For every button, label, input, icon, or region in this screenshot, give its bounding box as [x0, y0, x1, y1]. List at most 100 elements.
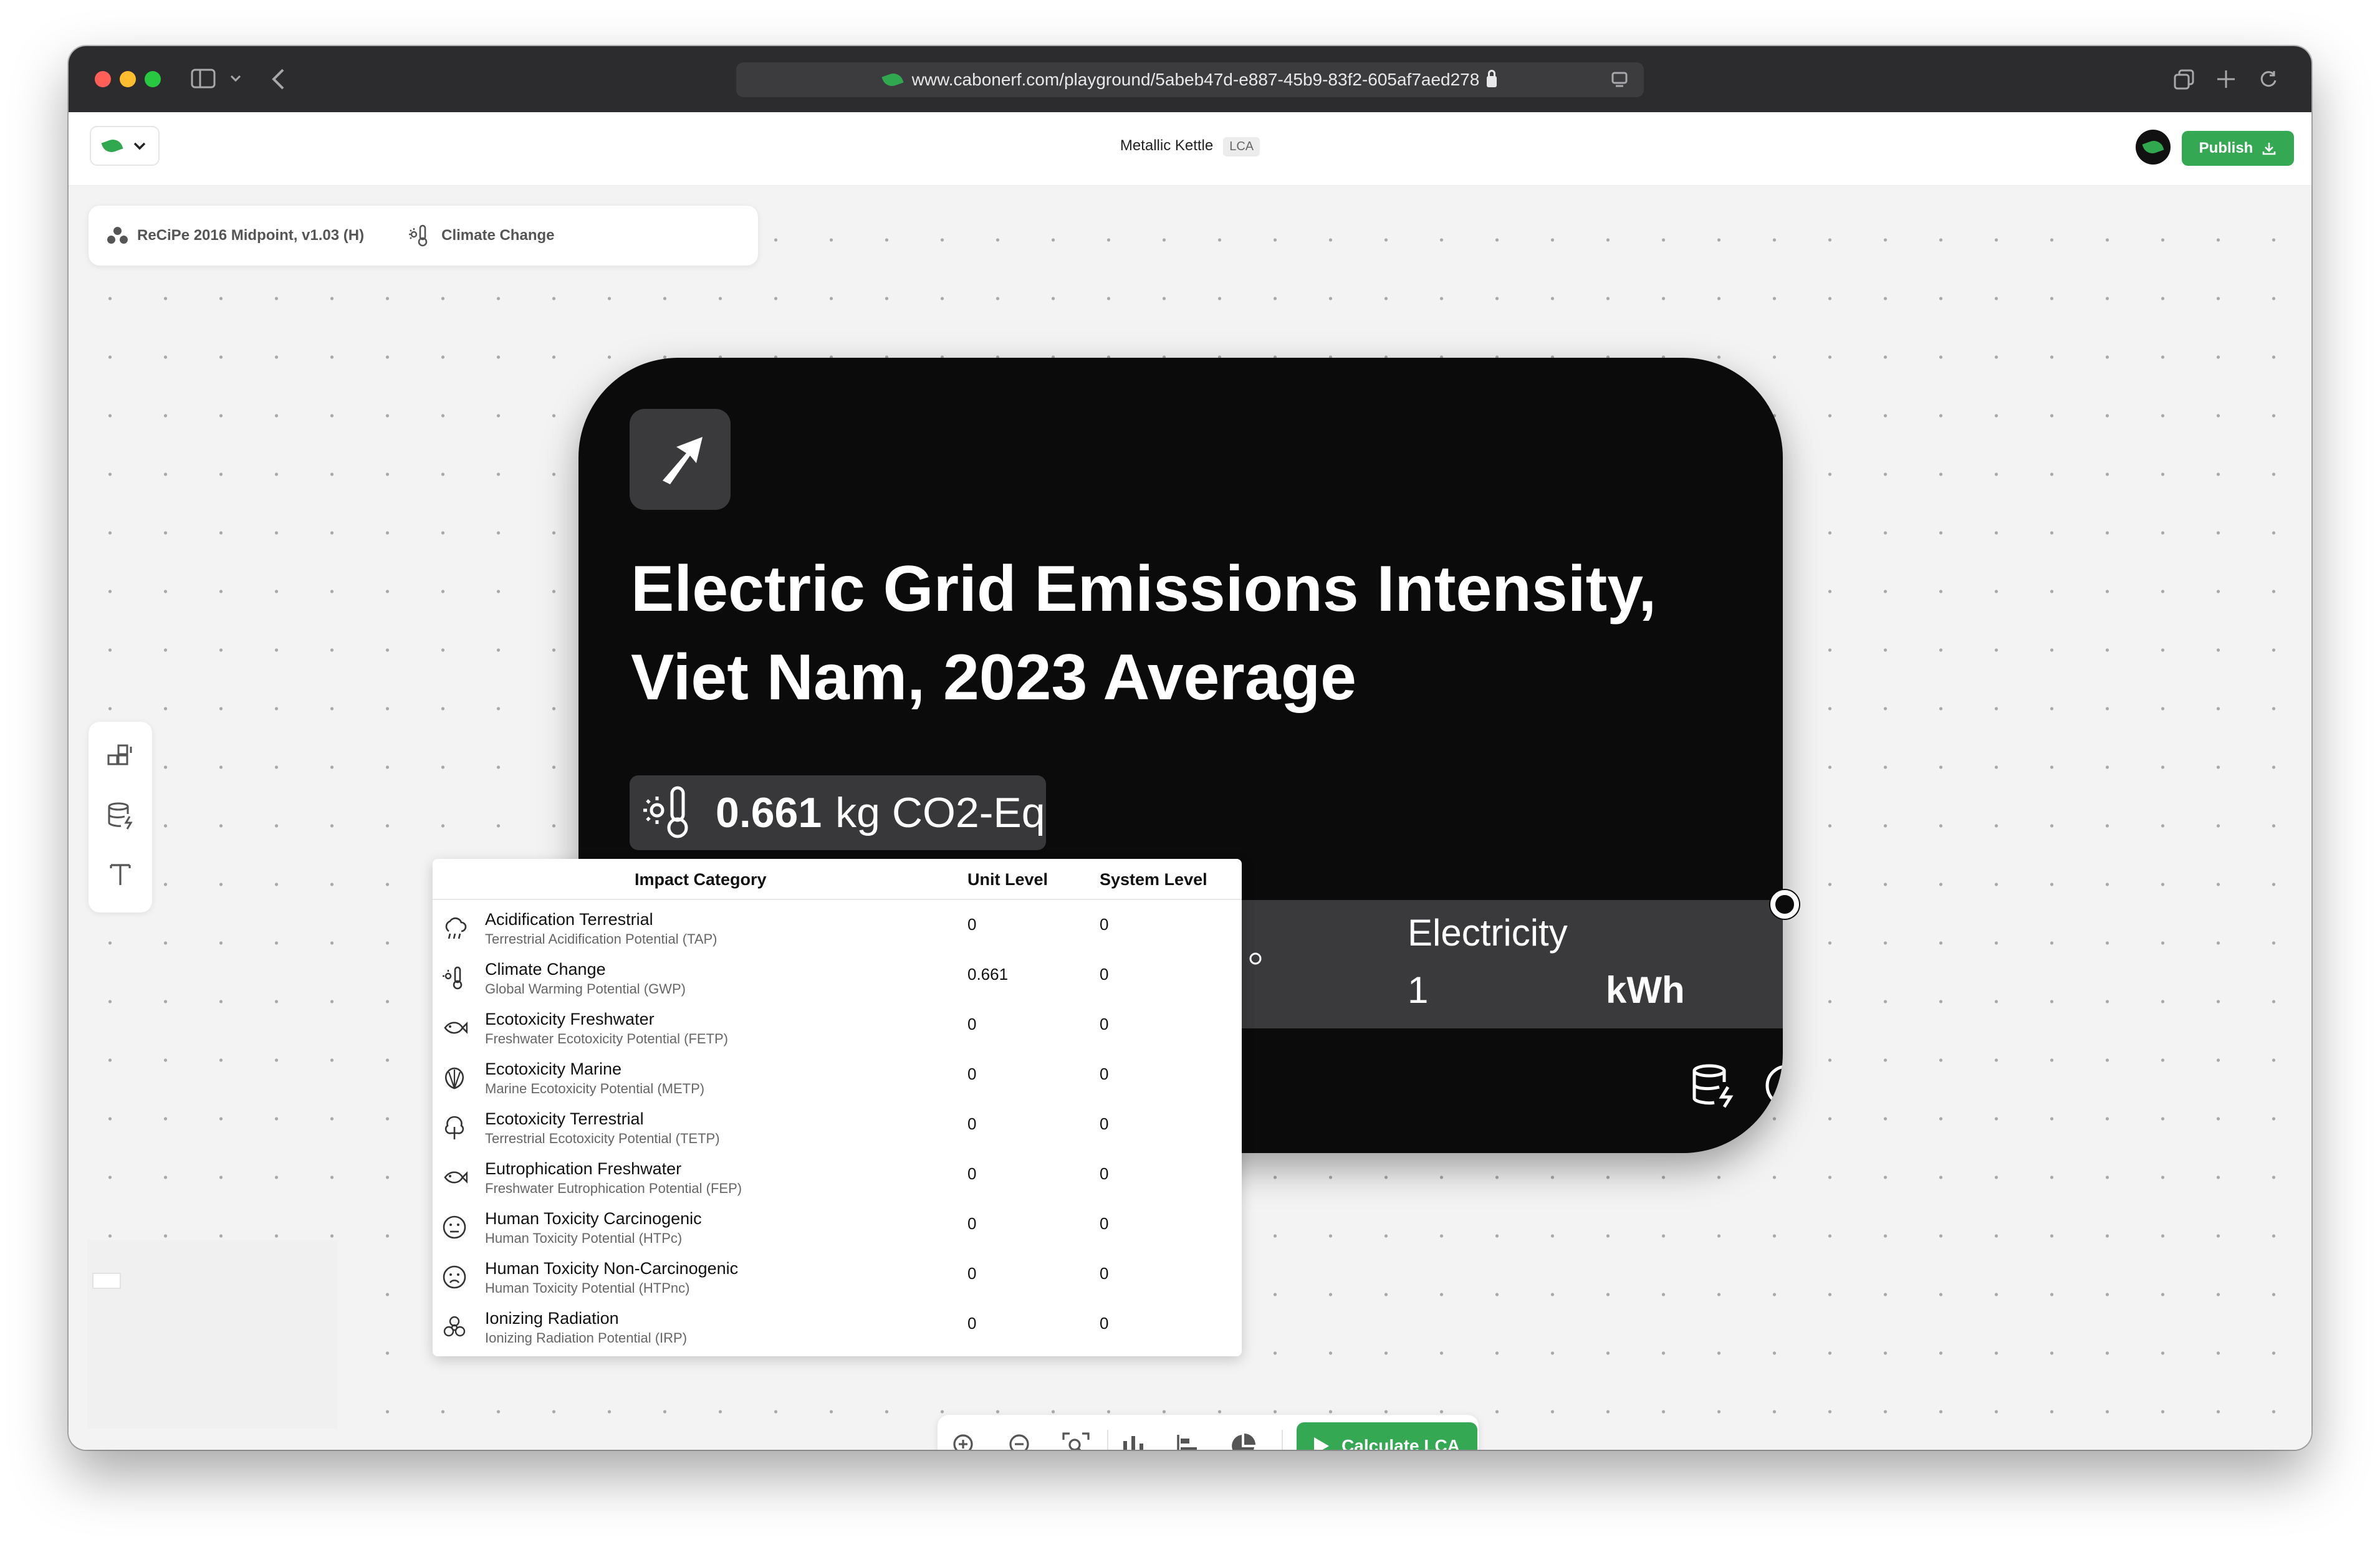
- pie-chart-icon[interactable]: [1228, 1431, 1258, 1450]
- toolbar-divider: [1282, 1430, 1283, 1450]
- document-title: Metallic Kettle LCA: [69, 137, 2311, 156]
- info-icon[interactable]: [1763, 1062, 1783, 1109]
- column-impact-category: Impact Category: [635, 870, 767, 889]
- impact-category-name: Ionizing Radiation: [485, 1309, 619, 1328]
- method-name: ReCiPe 2016 Midpoint, v1.03 (H): [137, 227, 365, 244]
- impact-category-indicator: Human Toxicity Potential (HTPc): [485, 1230, 683, 1246]
- table-row[interactable]: Ecotoxicity Marine Marine Ecotoxicity Pot…: [433, 1053, 1242, 1103]
- table-row[interactable]: Human Toxicity Carcinogenic Human Toxicit…: [433, 1203, 1242, 1253]
- impact-unit: kg CO2-Eq: [835, 789, 1045, 836]
- biohazard-icon: [443, 1316, 466, 1337]
- node-title[interactable]: Electric Grid Emissions Intensity, Viet …: [631, 545, 1753, 722]
- table-row[interactable]: Acidification Terrestrial Terrestrial Aci…: [433, 904, 1242, 954]
- add-block-icon[interactable]: [105, 742, 136, 773]
- table-row[interactable]: Human Toxicity Non-Carcinogenic Human Tox…: [433, 1253, 1242, 1303]
- tree-icon: [444, 1116, 464, 1139]
- impact-category-indicator: Marine Ecotoxicity Potential (METP): [485, 1081, 705, 1096]
- close-window-button[interactable]: [95, 71, 111, 87]
- unit-level-value: 0: [967, 1214, 977, 1233]
- new-tab-icon[interactable]: [2215, 69, 2237, 90]
- app-header: Metallic Kettle LCA Publish: [69, 112, 2311, 186]
- table-row[interactable]: Climate Change Global Warming Potential (…: [433, 954, 1242, 1003]
- browser-window: www.cabonerf.com/playground/5abeb47d-e88…: [69, 46, 2311, 1450]
- impact-category-selector[interactable]: Climate Change: [408, 223, 554, 248]
- maximize-window-button[interactable]: [145, 71, 161, 87]
- impact-category-name: Ecotoxicity Marine: [485, 1060, 622, 1078]
- impact-category-indicator: Freshwater Ecotoxicity Potential (FETP): [485, 1031, 729, 1046]
- impact-method-panel: ReCiPe 2016 Midpoint, v1.03 (H) Climate …: [89, 206, 758, 266]
- system-level-value: 0: [1100, 1314, 1109, 1333]
- publish-label: Publish: [2199, 140, 2253, 156]
- table-row[interactable]: Ecotoxicity Terrestrial Terrestrial Ecoto…: [433, 1103, 1242, 1153]
- align-left-icon[interactable]: [1173, 1431, 1203, 1450]
- fish-icon: [444, 1171, 468, 1184]
- impact-category-indicator: Terrestrial Ecotoxicity Potential (TETP): [485, 1131, 720, 1146]
- table-header: Impact Category Unit Level System Level: [433, 859, 1242, 900]
- impact-category-indicator: Global Warming Potential (GWP): [485, 981, 686, 997]
- impact-category-indicator: Human Toxicity Potential (HTPnc): [485, 1280, 690, 1296]
- play-icon: [1314, 1437, 1330, 1450]
- flow-amount[interactable]: 1: [1408, 969, 1428, 1012]
- table-row[interactable]: Ionizing Radiation Ionizing Radiation Pot…: [433, 1303, 1242, 1353]
- document-name: Metallic Kettle: [1120, 137, 1214, 154]
- fit-view-icon[interactable]: [1061, 1431, 1091, 1450]
- impact-category-name: Climate Change: [441, 227, 555, 244]
- flow-unit[interactable]: kWh: [1606, 969, 1685, 1012]
- face-frown-icon: [443, 1265, 466, 1289]
- minimize-window-button[interactable]: [120, 71, 136, 87]
- node-output-handle[interactable]: [1770, 890, 1799, 919]
- system-level-value: 0: [1100, 1015, 1109, 1033]
- minimap-viewport: [92, 1273, 121, 1289]
- impact-category-name: Acidification Terrestrial: [485, 910, 653, 929]
- chevron-down-icon[interactable]: [229, 74, 242, 84]
- system-level-value: 0: [1100, 965, 1109, 984]
- impact-category-indicator: Freshwater Eutrophication Potential (FEP…: [485, 1180, 742, 1196]
- table-row[interactable]: Ecotoxicity Freshwater Freshwater Ecotoxi…: [433, 1003, 1242, 1053]
- impact-category-indicator: Ionizing Radiation Potential (IRP): [485, 1330, 688, 1346]
- node-type-icon: [630, 409, 731, 510]
- fish-icon: [444, 1022, 468, 1034]
- unit-level-value: 0: [967, 1314, 977, 1333]
- database-bolt-icon[interactable]: [1689, 1062, 1737, 1109]
- publish-button[interactable]: Publish: [2182, 131, 2294, 166]
- impact-value-pill[interactable]: 0.661 kg CO2-Eq: [630, 775, 1046, 850]
- address-bar[interactable]: www.cabonerf.com/playground/5abeb47d-e88…: [736, 62, 1644, 97]
- zoom-in-icon[interactable]: [950, 1431, 980, 1450]
- url-text: www.cabonerf.com/playground/5abeb47d-e88…: [911, 70, 1480, 89]
- toolbar-divider: [1107, 1430, 1108, 1450]
- sidebar-toggle-icon[interactable]: [191, 69, 216, 89]
- bar-chart-icon[interactable]: [1118, 1431, 1148, 1450]
- calculate-lca-button[interactable]: Calculate LCA: [1297, 1422, 1477, 1450]
- user-avatar[interactable]: [2136, 130, 2171, 165]
- table-row[interactable]: Eutrophication Freshwater Freshwater Eutr…: [433, 1153, 1242, 1203]
- database-bolt-icon[interactable]: [105, 800, 136, 831]
- calculate-lca-label: Calculate LCA: [1341, 1436, 1460, 1450]
- minimap[interactable]: [87, 1240, 338, 1429]
- reader-icon[interactable]: [1611, 71, 1628, 89]
- thermometer-sun-icon: [443, 966, 463, 990]
- flow-name: Electricity: [1408, 912, 1568, 954]
- system-level-value: 0: [1100, 1114, 1109, 1133]
- thermometer-sun-icon: [643, 786, 688, 838]
- text-tool-icon[interactable]: [105, 859, 136, 890]
- zoom-out-icon[interactable]: [1006, 1431, 1036, 1450]
- site-leaf-icon: [881, 70, 904, 89]
- side-toolbar: [89, 722, 152, 912]
- method-selector[interactable]: ReCiPe 2016 Midpoint, v1.03 (H): [107, 227, 364, 244]
- playground-canvas[interactable]: ReCiPe 2016 Midpoint, v1.03 (H) Climate …: [69, 186, 2311, 1450]
- download-icon: [2263, 143, 2276, 155]
- avatar-leaf-icon: [2142, 138, 2164, 156]
- impact-category-name: Ecotoxicity Terrestrial: [485, 1109, 644, 1128]
- impact-category-name: Human Toxicity Carcinogenic: [485, 1209, 702, 1228]
- back-arrow-icon[interactable]: [271, 67, 286, 91]
- system-level-value: 0: [1100, 1065, 1109, 1083]
- document-type-badge: LCA: [1223, 137, 1260, 156]
- lock-icon: [1487, 70, 1497, 87]
- reload-icon[interactable]: [2259, 70, 2278, 89]
- unit-level-value: 0: [967, 1114, 977, 1133]
- impact-category-name: Eutrophication Freshwater: [485, 1159, 682, 1178]
- tabs-overview-icon[interactable]: [2173, 69, 2195, 91]
- system-level-value: 0: [1100, 1214, 1109, 1233]
- unit-level-value: 0: [967, 1065, 977, 1083]
- flow-link-icon[interactable]: [1247, 950, 1264, 967]
